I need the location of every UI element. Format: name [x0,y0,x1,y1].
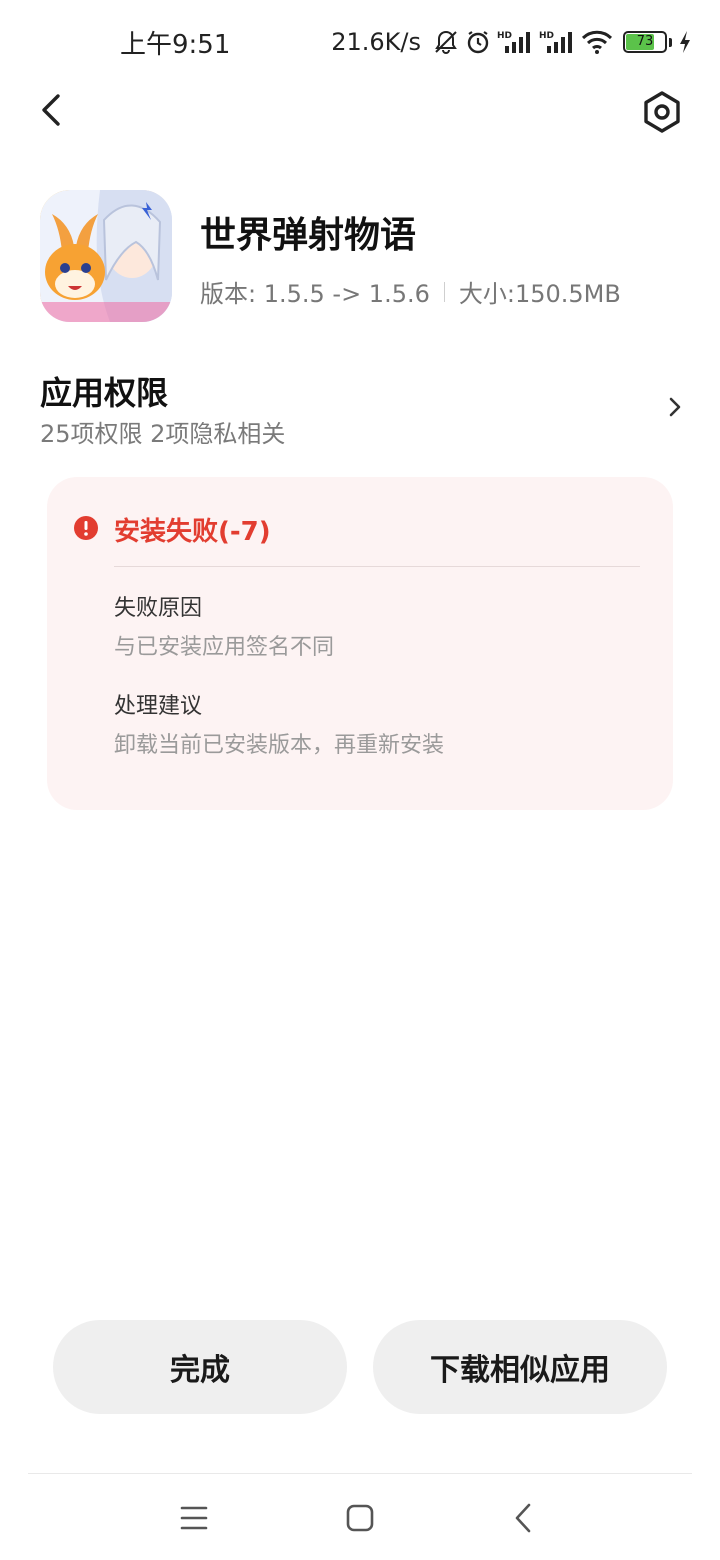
install-failure-card: 安装失败(-7) 失败原因 与已安装应用签名不同 处理建议 卸载当前已安装版本，… [47,477,673,810]
download-similar-apps-button[interactable]: 下载相似应用 [373,1320,667,1414]
back-nav-button[interactable] [502,1496,546,1540]
chevron-right-icon [669,397,681,417]
settings-button[interactable] [638,88,686,136]
battery-icon: 73 [623,31,667,53]
svg-text:HD: HD [539,31,554,41]
permissions-summary: 25项权限 2项隐私相关 [40,420,286,448]
signal-hd-icon: HD [497,29,533,55]
back-arrow-icon [42,94,60,126]
status-bar: 上午9:51 21.6K/s HD HD 73 [0,0,720,84]
menu-lines-icon [180,1506,208,1530]
app-permissions-row[interactable]: 应用权限 25项权限 2项隐私相关 [0,360,720,456]
battery-level: 73 [636,34,654,49]
wifi-icon [581,29,613,55]
app-meta: 版本: 1.5.5 -> 1.5.6 大小:150.5MB [200,274,621,309]
installer-screen: 上午9:51 21.6K/s HD HD 73 世界弹射物语 版本: 1.5.5… [0,0,720,1560]
failure-reason-text: 与已安装应用签名不同 [114,635,335,660]
status-time: 上午9:51 [120,30,231,60]
home-square-icon [346,1504,374,1532]
failure-title: 安装失败(-7) [114,517,271,547]
back-chevron-icon [515,1503,531,1533]
battery-tip [669,37,672,47]
settings-hexagon-icon [644,91,680,133]
suggestion-text: 卸载当前已安装版本，再重新安装 [114,733,445,758]
failure-divider [114,566,640,567]
svg-text:HD: HD [497,31,512,41]
status-icons: 21.6K/s HD HD 73 [331,24,692,60]
failure-reason-label: 失败原因 [114,596,203,621]
alarm-icon [465,29,491,55]
network-speed: 21.6K/s [331,28,421,56]
mute-bell-icon [433,29,459,55]
app-size: 大小:150.5MB [458,280,621,308]
meta-divider [443,281,445,302]
signal-hd-icon-2: HD [539,29,575,55]
suggestion-label: 处理建议 [114,694,203,719]
nav-divider [28,1473,692,1474]
app-name: 世界弹射物语 [200,215,417,256]
home-nav-button[interactable] [338,1496,382,1540]
app-version: 版本: 1.5.5 -> 1.5.6 [200,280,430,308]
permissions-title: 应用权限 [40,374,169,412]
recents-nav-button[interactable] [172,1496,216,1540]
charging-icon [678,30,692,54]
back-button[interactable] [30,88,74,132]
app-icon [40,190,172,322]
error-icon [74,516,98,540]
done-button[interactable]: 完成 [53,1320,347,1414]
